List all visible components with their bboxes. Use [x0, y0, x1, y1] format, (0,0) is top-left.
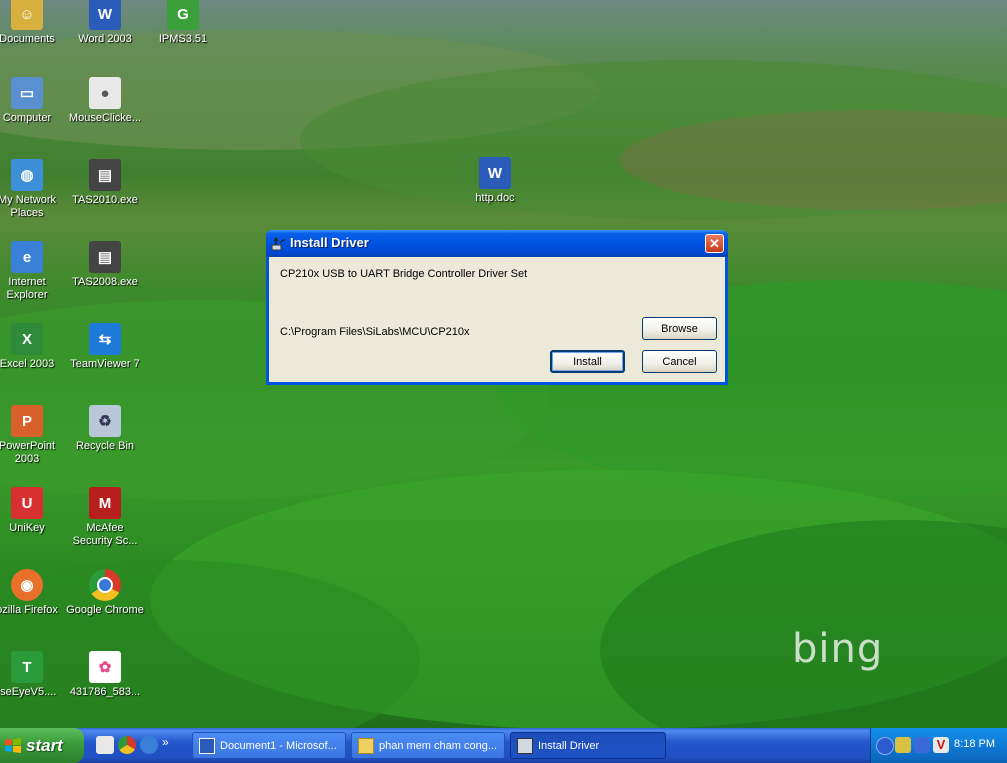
- taskbar-item-document1[interactable]: Document1 - Microsof...: [192, 732, 346, 759]
- desktop-icon-label: My Network Places: [0, 194, 57, 219]
- taskbar-item-install-driver[interactable]: Install Driver: [510, 732, 666, 759]
- desktop-icon-excel[interactable]: X Excel 2003: [0, 323, 66, 371]
- desktop-icon-tas2008[interactable]: ▤ TAS2008.exe: [66, 241, 144, 289]
- close-button[interactable]: ✕: [705, 234, 724, 253]
- excel-icon: X: [11, 323, 43, 355]
- desktop-icon-label: TAS2010.exe: [72, 194, 138, 206]
- desktop-icon-label: Google Chrome: [66, 604, 144, 616]
- show-desktop-icon[interactable]: [96, 736, 114, 754]
- computer-icon: ▭: [11, 77, 43, 109]
- desktop-icon-image-file[interactable]: ✿ 431786_583...: [66, 651, 144, 699]
- usb-driver-icon: [517, 737, 533, 754]
- word-icon: [199, 737, 215, 754]
- install-button[interactable]: Install: [550, 350, 625, 373]
- security-tray-icon[interactable]: [914, 737, 930, 753]
- desktop-icon-label: TAS2008.exe: [72, 276, 138, 288]
- desktop-icon-ie[interactable]: e Internet Explorer: [0, 241, 66, 302]
- desktop-icon-label: 431786_583...: [69, 686, 141, 698]
- desktop-icon-label: ozilla Firefox: [0, 604, 58, 616]
- desktop-icon-mouseclicker[interactable]: ● MouseClicke...: [66, 77, 144, 125]
- doc-file-icon: W: [479, 157, 511, 189]
- desktop-icon-label: Internet Explorer: [6, 276, 48, 301]
- desktop-icon-label: Computer: [2, 112, 52, 124]
- desktop-icon-chrome[interactable]: Google Chrome: [66, 569, 144, 617]
- chrome-quick-icon[interactable]: [118, 736, 136, 754]
- unikey-tray-icon[interactable]: V: [933, 737, 949, 753]
- network-tray-icon[interactable]: [895, 737, 911, 753]
- wiseeye-icon: T: [11, 651, 43, 683]
- desktop-icon-label: http.doc: [475, 192, 515, 204]
- teamviewer-icon: ⇆: [89, 323, 121, 355]
- quick-launch: »: [96, 736, 169, 756]
- desktop-icon-network[interactable]: ◍ My Network Places: [0, 159, 66, 220]
- mouse-icon: ●: [89, 77, 121, 109]
- ipms-icon: G: [167, 0, 199, 30]
- recycle-bin-icon: ♻: [89, 405, 121, 437]
- chrome-icon: [89, 569, 121, 601]
- network-icon: ◍: [11, 159, 43, 191]
- tas2008-icon: ▤: [89, 241, 121, 273]
- firefox-icon: ◉: [11, 569, 43, 601]
- desktop-icon-computer[interactable]: ▭ Computer: [0, 77, 66, 125]
- desktop-icon-label: TeamViewer 7: [70, 358, 140, 370]
- system-tray: V 8:18 PM: [870, 728, 1007, 763]
- taskbar-item-folder[interactable]: phan mem cham cong...: [351, 732, 505, 759]
- driver-description: CP210x USB to UART Bridge Controller Dri…: [280, 268, 528, 280]
- desktop-icon-label: Word 2003: [78, 33, 132, 45]
- desktop-icon-label: MouseClicke...: [68, 112, 142, 124]
- tas2010-icon: ▤: [89, 159, 121, 191]
- desktop-icon-label: McAfee Security Sc...: [72, 522, 138, 547]
- dialog-body: CP210x USB to UART Bridge Controller Dri…: [269, 257, 725, 382]
- desktop-icon-mcafee[interactable]: M McAfee Security Sc...: [66, 487, 144, 548]
- bing-watermark: bing: [792, 626, 884, 672]
- image-file-icon: ✿: [89, 651, 121, 683]
- unikey-icon: U: [11, 487, 43, 519]
- tray-arrow-icon[interactable]: [876, 737, 894, 755]
- desktop-icon-label: Recycle Bin: [75, 440, 135, 452]
- taskbar-item-label: phan mem cham cong...: [379, 739, 498, 752]
- desktop-icon-firefox[interactable]: ◉ ozilla Firefox: [0, 569, 66, 617]
- ie-icon: e: [11, 241, 43, 273]
- desktop-icon-recycle-bin[interactable]: ♻ Recycle Bin: [66, 405, 144, 453]
- install-driver-dialog: Install Driver ✕ CP210x USB to UART Brid…: [266, 230, 728, 385]
- word-icon: W: [89, 0, 121, 30]
- desktop-icon-unikey[interactable]: U UniKey: [0, 487, 66, 535]
- desktop-icon-word[interactable]: W Word 2003: [66, 0, 144, 46]
- desktop-icon-label: Documents: [0, 33, 55, 45]
- browse-button[interactable]: Browse: [642, 317, 717, 340]
- desktop-icon-documents[interactable]: ☺ Documents: [0, 0, 66, 46]
- usb-driver-icon: [271, 236, 285, 251]
- taskbar-item-label: Document1 - Microsof...: [220, 739, 337, 752]
- desktop-icon-label: PowerPoint 2003: [0, 440, 56, 465]
- documents-icon: ☺: [11, 0, 43, 30]
- ie-quick-icon[interactable]: [140, 736, 158, 754]
- mcafee-icon: M: [89, 487, 121, 519]
- desktop-icon-tas2010[interactable]: ▤ TAS2010.exe: [66, 159, 144, 207]
- desktop-icon-label: iseEyeV5....: [0, 686, 57, 698]
- close-icon: ✕: [709, 236, 720, 251]
- desktop-icon-label: Excel 2003: [0, 358, 55, 370]
- desktop-icon-http-doc[interactable]: W http.doc: [456, 157, 534, 205]
- desktop-icon-label: UniKey: [9, 522, 45, 534]
- start-button[interactable]: start: [0, 728, 84, 763]
- windows-flag-icon: [5, 737, 21, 753]
- start-label: start: [26, 735, 63, 755]
- taskbar: start » Document1 - Microsof... phan mem…: [0, 728, 1007, 763]
- desktop-icon-label: IPMS3.51: [158, 33, 208, 45]
- desktop-icon-ipms[interactable]: G IPMS3.51: [144, 0, 222, 46]
- folder-icon: [358, 737, 374, 754]
- desktop-icon-wiseeye[interactable]: T iseEyeV5....: [0, 651, 66, 699]
- clock: 8:18 PM: [954, 738, 995, 750]
- dialog-titlebar[interactable]: Install Driver ✕: [266, 230, 728, 257]
- install-path: C:\Program Files\SiLabs\MCU\CP210x: [280, 326, 470, 338]
- powerpoint-icon: P: [11, 405, 43, 437]
- desktop-icon-teamviewer[interactable]: ⇆ TeamViewer 7: [66, 323, 144, 371]
- taskbar-item-label: Install Driver: [538, 739, 600, 752]
- cancel-button[interactable]: Cancel: [642, 350, 717, 373]
- desktop-icon-powerpoint[interactable]: P PowerPoint 2003: [0, 405, 66, 466]
- dialog-title: Install Driver: [290, 235, 369, 250]
- quick-launch-more[interactable]: »: [162, 736, 169, 756]
